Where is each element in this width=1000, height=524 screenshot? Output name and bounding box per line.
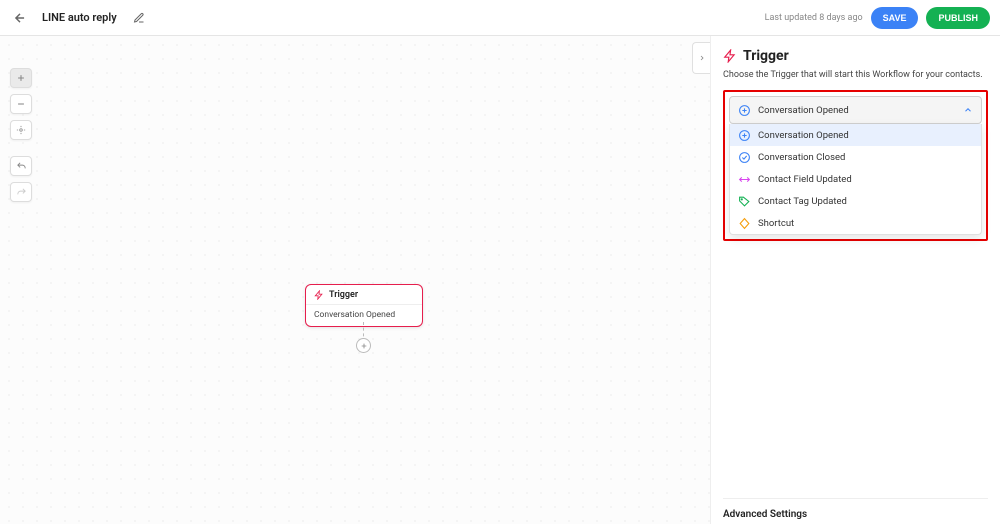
highlight-annotation: Conversation Opened Conversation Opened … (723, 90, 988, 241)
header-left: LINE auto reply (10, 8, 147, 28)
zoom-out-button[interactable] (10, 94, 32, 114)
trigger-node[interactable]: Trigger Conversation Opened (305, 284, 423, 327)
add-step-button[interactable] (356, 338, 371, 353)
sidebar: Trigger Choose the Trigger that will sta… (710, 36, 1000, 524)
save-button[interactable]: SAVE (871, 7, 919, 29)
chevron-up-icon (963, 105, 973, 115)
option-label: Conversation Closed (758, 152, 845, 163)
trigger-select-value: Conversation Opened (758, 105, 849, 116)
advanced-settings-toggle[interactable]: Advanced Settings (723, 498, 988, 520)
bolt-icon (723, 49, 737, 63)
zoom-in-button[interactable] (10, 68, 32, 88)
header: LINE auto reply Last updated 8 days ago … (0, 0, 1000, 36)
swap-icon (738, 173, 751, 186)
circle-check-icon (738, 151, 751, 164)
option-conversation-opened[interactable]: Conversation Opened (730, 124, 981, 146)
collapse-sidebar-button[interactable] (692, 42, 710, 74)
trigger-node-title: Trigger (329, 290, 358, 300)
trigger-options-list: Conversation Opened Conversation Closed … (729, 124, 982, 235)
trigger-dropdown: Conversation Opened Conversation Opened … (729, 96, 982, 235)
trigger-node-header: Trigger (306, 285, 422, 305)
canvas-toolbar (10, 68, 32, 202)
canvas[interactable]: Trigger Conversation Opened (0, 36, 710, 524)
edit-title-icon[interactable] (133, 11, 147, 25)
recenter-button[interactable] (10, 120, 32, 140)
header-right: Last updated 8 days ago SAVE PUBLISH (765, 7, 990, 29)
tag-icon (738, 195, 751, 208)
option-conversation-closed[interactable]: Conversation Closed (730, 146, 981, 168)
bolt-icon (314, 290, 324, 300)
option-shortcut[interactable]: Shortcut (730, 212, 981, 234)
option-label: Contact Field Updated (758, 174, 852, 185)
diamond-icon (738, 217, 751, 230)
trigger-select[interactable]: Conversation Opened (729, 96, 982, 124)
sidebar-title: Trigger (743, 48, 789, 64)
back-button[interactable] (10, 8, 30, 28)
option-label: Contact Tag Updated (758, 196, 847, 207)
trigger-node-detail: Conversation Opened (306, 305, 422, 326)
sidebar-title-row: Trigger (723, 48, 988, 64)
undo-button[interactable] (10, 156, 32, 176)
redo-button[interactable] (10, 182, 32, 202)
option-label: Conversation Opened (758, 130, 849, 141)
publish-button[interactable]: PUBLISH (926, 7, 990, 29)
sidebar-description: Choose the Trigger that will start this … (723, 70, 988, 80)
circle-plus-icon (738, 129, 751, 142)
option-contact-tag-updated[interactable]: Contact Tag Updated (730, 190, 981, 212)
option-contact-field-updated[interactable]: Contact Field Updated (730, 168, 981, 190)
option-label: Shortcut (758, 218, 794, 229)
circle-plus-icon (738, 104, 751, 117)
workflow-title: LINE auto reply (42, 11, 117, 24)
last-updated-text: Last updated 8 days ago (765, 13, 863, 23)
